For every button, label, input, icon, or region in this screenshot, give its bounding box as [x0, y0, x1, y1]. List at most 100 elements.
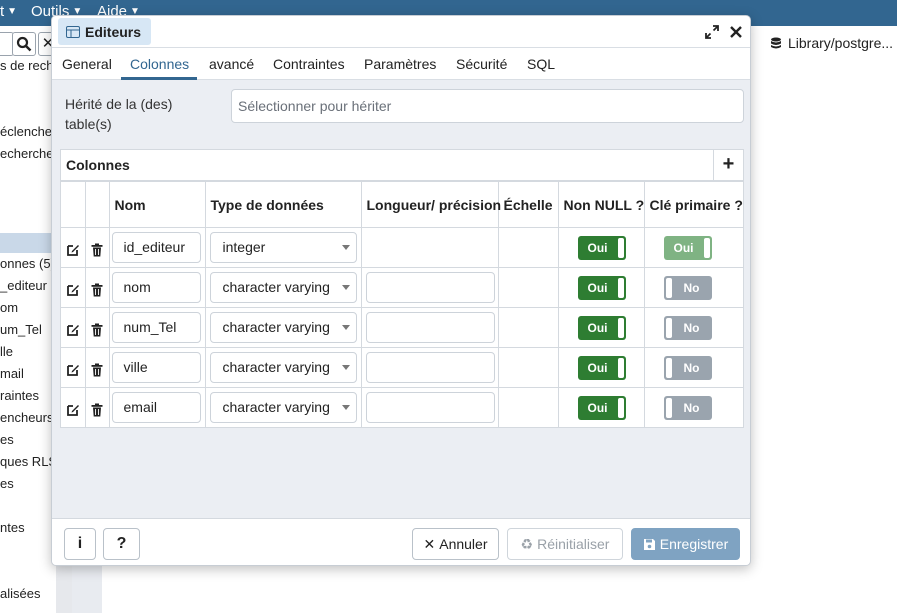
edit-icon[interactable]: [66, 363, 80, 377]
info-button[interactable]: i: [64, 528, 96, 560]
library-path-tab[interactable]: Library/postgre...: [770, 35, 893, 51]
dialog-footer: i ? ✕ Annuler ♻ Réinitialiser Enregistrer: [52, 518, 750, 565]
not-null-toggle[interactable]: Oui: [577, 315, 626, 340]
trash-icon[interactable]: [90, 283, 104, 297]
name-cell: nom: [108, 267, 206, 308]
columns-panel-header: Colonnes +: [61, 150, 743, 181]
name-cell: email: [108, 387, 206, 428]
column-name-input[interactable]: nom: [111, 272, 201, 303]
name-cell: ville: [108, 347, 206, 388]
tree-item[interactable]: alisées: [0, 586, 40, 601]
tree-item[interactable]: mail: [0, 366, 24, 381]
data-type-select[interactable]: integer: [209, 232, 357, 263]
column-name-input[interactable]: ville: [111, 352, 201, 383]
help-button[interactable]: ?: [103, 528, 140, 560]
type-cell: character varying: [204, 387, 362, 428]
header-type: Type de données: [204, 181, 362, 228]
save-button[interactable]: Enregistrer: [631, 528, 740, 560]
length-cell: [360, 227, 499, 268]
cancel-button[interactable]: ✕ Annuler: [412, 528, 499, 560]
trash-icon[interactable]: [90, 403, 104, 417]
tab-contraintes[interactable]: Contraintes: [273, 56, 345, 72]
not-null-label: Oui: [587, 400, 608, 415]
not-null-toggle[interactable]: Oui: [577, 235, 626, 260]
maximize-icon[interactable]: [703, 23, 721, 41]
tree-item[interactable]: onnes (5): [0, 256, 55, 271]
column-name-input[interactable]: email: [111, 392, 201, 423]
not-null-cell: Oui: [557, 387, 645, 428]
not-null-toggle[interactable]: Oui: [577, 395, 626, 420]
tab-avance[interactable]: avancé: [209, 56, 254, 72]
tree-item[interactable]: s de rech: [0, 58, 53, 73]
tree-item[interactable]: um_Tel: [0, 322, 42, 337]
tree-item[interactable]: lle: [0, 344, 13, 359]
active-tab-indicator: [121, 77, 197, 80]
tree-item[interactable]: ntes: [0, 520, 25, 535]
tab-colonnes[interactable]: Colonnes: [130, 56, 189, 72]
data-type-select[interactable]: character varying: [209, 392, 357, 423]
chevron-down-icon: [341, 365, 350, 370]
tab-general[interactable]: General: [62, 56, 112, 72]
tree-item[interactable]: encheurs: [0, 410, 53, 425]
primary-key-toggle[interactable]: No: [663, 275, 712, 300]
type-cell: character varying: [204, 347, 362, 388]
tree-item[interactable]: es: [0, 432, 14, 447]
not-null-cell: Oui: [557, 307, 645, 348]
tree-selection: [0, 233, 56, 253]
chevron-down-icon: [341, 245, 350, 250]
data-type-select[interactable]: character varying: [209, 352, 357, 383]
reset-button[interactable]: ♻ Réinitialiser: [507, 528, 623, 560]
trash-icon[interactable]: [90, 323, 104, 337]
primary-key-cell: No: [643, 267, 743, 308]
edit-icon[interactable]: [66, 323, 80, 337]
primary-key-toggle[interactable]: No: [663, 355, 712, 380]
tree-item[interactable]: es: [0, 476, 14, 491]
primary-key-toggle[interactable]: Oui: [663, 235, 712, 260]
tree-item[interactable]: raintes: [0, 388, 39, 403]
length-input[interactable]: [365, 312, 495, 343]
tree-item[interactable]: ques RLS: [0, 454, 57, 469]
chevron-down-icon: [341, 405, 350, 410]
add-column-button[interactable]: +: [713, 150, 743, 181]
toggle-knob: [665, 397, 672, 418]
tab-sql[interactable]: SQL: [527, 56, 555, 72]
data-type-select[interactable]: character varying: [209, 272, 357, 303]
tree-item[interactable]: _editeur: [0, 278, 47, 293]
tree-item[interactable]: éclenche: [0, 124, 52, 139]
scale-cell: [497, 307, 559, 348]
toggle-knob: [617, 317, 624, 338]
search-icon[interactable]: [12, 32, 36, 56]
trash-icon[interactable]: [90, 363, 104, 377]
column-name-input[interactable]: num_Tel: [111, 312, 201, 343]
tree-item[interactable]: om: [0, 300, 18, 315]
delete-cell: [84, 387, 110, 428]
header-longueur: Longueur/ précision: [360, 181, 501, 228]
primary-key-label: Oui: [673, 240, 694, 255]
info-icon: i: [77, 535, 83, 552]
trash-icon[interactable]: [90, 243, 104, 257]
menu-object[interactable]: t ▼: [0, 3, 17, 20]
primary-key-cell: No: [643, 347, 743, 388]
help-icon: ?: [116, 535, 127, 552]
edit-icon[interactable]: [66, 403, 80, 417]
column-name-input[interactable]: id_editeur: [111, 232, 201, 263]
length-input[interactable]: [365, 352, 495, 383]
not-null-toggle[interactable]: Oui: [577, 355, 626, 380]
tree-item[interactable]: echerche: [0, 146, 53, 161]
edit-icon[interactable]: [66, 283, 80, 297]
tab-parametres[interactable]: Paramètres: [364, 56, 436, 72]
not-null-toggle[interactable]: Oui: [577, 275, 626, 300]
dialog-title: Editeurs: [85, 23, 142, 40]
primary-key-toggle[interactable]: No: [663, 315, 712, 340]
edit-icon[interactable]: [66, 243, 80, 257]
length-input[interactable]: [365, 272, 495, 303]
inherit-select[interactable]: Sélectionner pour hériter: [231, 89, 744, 123]
primary-key-cell: No: [643, 387, 743, 428]
primary-key-toggle[interactable]: No: [663, 395, 712, 420]
toggle-knob: [665, 357, 672, 378]
header-nom: Nom: [108, 181, 206, 228]
close-icon[interactable]: [727, 23, 745, 41]
data-type-select[interactable]: character varying: [209, 312, 357, 343]
length-input[interactable]: [365, 392, 495, 423]
tab-securite[interactable]: Sécurité: [456, 56, 507, 72]
